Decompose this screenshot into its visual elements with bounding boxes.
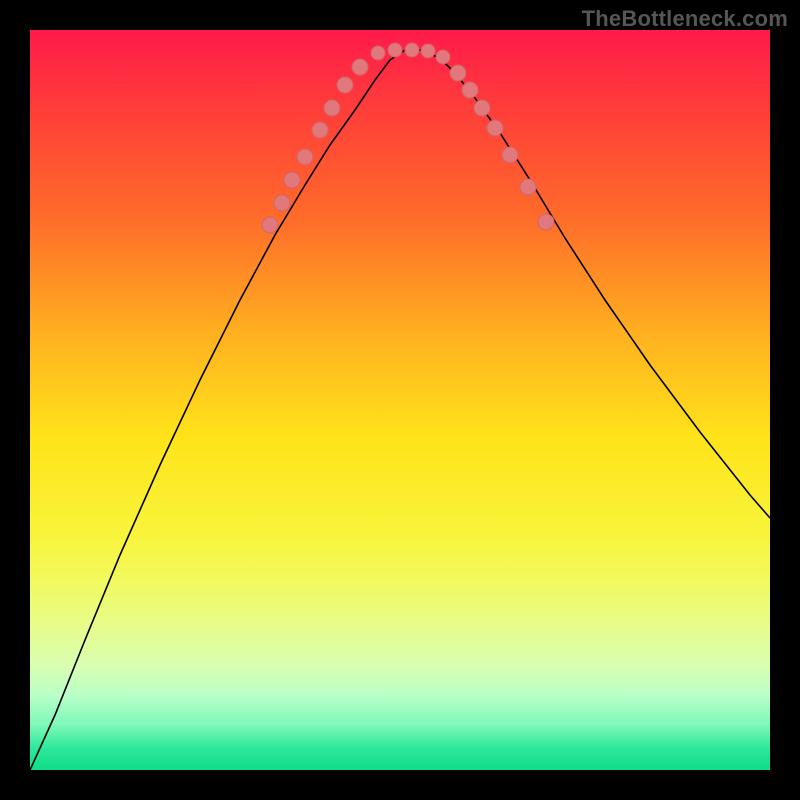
data-point (502, 147, 518, 163)
data-point (538, 214, 554, 230)
data-point (312, 122, 328, 138)
data-point (352, 59, 368, 75)
data-point (388, 43, 402, 57)
data-point (324, 100, 340, 116)
data-point (487, 120, 503, 136)
data-point (284, 172, 300, 188)
data-point (297, 149, 313, 165)
data-point (462, 82, 478, 98)
data-point (337, 77, 353, 93)
chart-frame: TheBottleneck.com (0, 0, 800, 800)
data-point (436, 50, 450, 64)
chart-svg (30, 30, 770, 770)
bottleneck-curve (30, 50, 770, 770)
data-point (450, 65, 466, 81)
data-point (371, 46, 385, 60)
data-point (474, 100, 490, 116)
data-point (262, 217, 278, 233)
watermark-text: TheBottleneck.com (582, 6, 788, 32)
plot-area (30, 30, 770, 770)
data-point (405, 43, 419, 57)
data-point (274, 195, 290, 211)
data-points-group (262, 43, 554, 233)
data-point (520, 179, 536, 195)
data-point (421, 44, 435, 58)
